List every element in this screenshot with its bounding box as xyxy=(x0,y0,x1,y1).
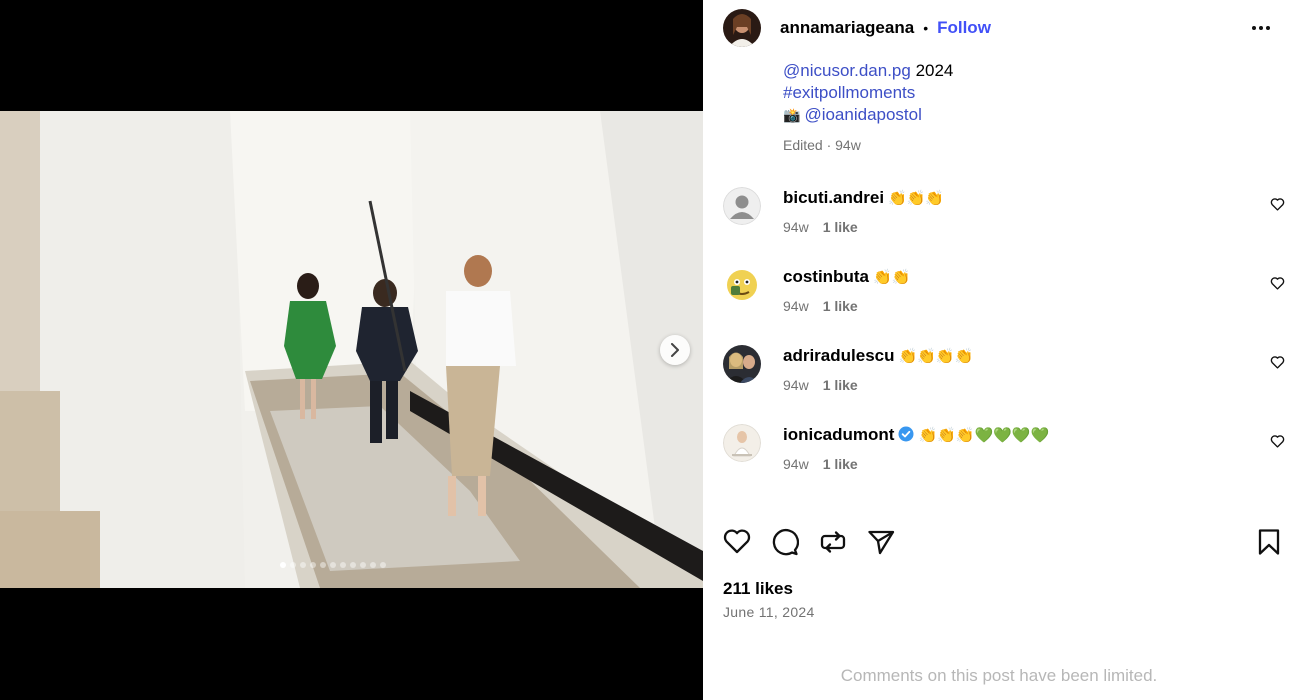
carousel-dot[interactable] xyxy=(360,562,366,568)
caption-timestamp: Edited · 94w xyxy=(783,137,861,153)
comment-meta: 94w 1 like xyxy=(783,298,858,314)
carousel-dot[interactable] xyxy=(280,562,286,568)
caption-mention-link[interactable]: @nicusor.dan.pg xyxy=(783,61,911,80)
more-options-icon[interactable] xyxy=(1251,18,1271,43)
comment-username[interactable]: adriradulescu xyxy=(783,346,895,365)
comment-age[interactable]: 94w xyxy=(783,298,809,314)
comment-avatar[interactable] xyxy=(723,266,761,304)
comment-like-count[interactable]: 1 like xyxy=(823,377,858,393)
comment-like-count[interactable]: 1 like xyxy=(823,219,858,235)
comment-like-count[interactable]: 1 like xyxy=(823,456,858,472)
carousel-dot[interactable] xyxy=(290,562,296,568)
carousel-dot[interactable] xyxy=(340,562,346,568)
share-send-icon[interactable] xyxy=(867,528,895,561)
comment-item: costinbuta 👏👏 94w 1 like xyxy=(723,266,1295,326)
comment-like-heart-icon[interactable] xyxy=(1270,434,1285,453)
separator-dot: • xyxy=(923,20,929,36)
post-caption: @nicusor.dan.pg 2024 #exitpollmoments 📸 @… xyxy=(783,60,953,156)
comment-meta: 94w 1 like xyxy=(783,219,858,235)
caption-line-3: 📸 @ioanidapostol xyxy=(783,104,953,126)
comment-text: 👏👏 xyxy=(872,269,911,286)
likes-count[interactable]: 211 likes xyxy=(723,579,793,599)
comment-body: ionicadumont 👏👏👏💚💚💚💚 xyxy=(783,425,1049,445)
comment-meta: 94w 1 like xyxy=(783,377,858,393)
comment-username[interactable]: bicuti.andrei xyxy=(783,188,884,207)
carousel-next-button[interactable] xyxy=(660,335,690,365)
caption-text: 2024 xyxy=(910,61,954,80)
carousel-dot[interactable] xyxy=(350,562,356,568)
comment-like-heart-icon[interactable] xyxy=(1270,355,1285,374)
verified-badge-icon xyxy=(898,426,914,442)
author-avatar[interactable] xyxy=(723,9,761,47)
comment-username[interactable]: ionicadumont xyxy=(783,425,894,444)
comment-item: ionicadumont 👏👏👏💚💚💚💚 94w 1 like xyxy=(723,424,1295,484)
comment-body: costinbuta 👏👏 xyxy=(783,267,910,287)
comment-item: bicuti.andrei 👏👏👏 94w 1 like xyxy=(723,187,1295,247)
comment-bubble-icon[interactable] xyxy=(771,528,800,561)
comment-text: 👏👏👏👏 xyxy=(898,348,974,365)
carousel-dot[interactable] xyxy=(380,562,386,568)
chevron-right-icon xyxy=(671,343,679,357)
comment-body: adriradulescu 👏👏👏👏 xyxy=(783,346,973,366)
comment-body: bicuti.andrei 👏👏👏 xyxy=(783,188,944,208)
caption-line-2: #exitpollmoments xyxy=(783,82,953,104)
like-heart-icon[interactable] xyxy=(723,528,751,559)
post-header: annamariageana • Follow xyxy=(703,0,1295,56)
comment-meta: 94w 1 like xyxy=(783,456,858,472)
save-bookmark-icon[interactable] xyxy=(1257,528,1281,561)
comment-like-heart-icon[interactable] xyxy=(1270,276,1285,295)
comment-item: adriradulescu 👏👏👏👏 94w 1 like xyxy=(723,345,1295,405)
carousel-dot[interactable] xyxy=(300,562,306,568)
comment-avatar[interactable] xyxy=(723,187,761,225)
repost-icon[interactable] xyxy=(819,528,847,561)
carousel-dot[interactable] xyxy=(320,562,326,568)
post-details-pane: annamariageana • Follow @nicusor.dan.pg … xyxy=(703,0,1295,700)
comment-like-heart-icon[interactable] xyxy=(1270,197,1285,216)
comment-like-count[interactable]: 1 like xyxy=(823,298,858,314)
comment-age[interactable]: 94w xyxy=(783,219,809,235)
caption-photographer-link[interactable]: @ioanidapostol xyxy=(804,105,921,124)
carousel-dot[interactable] xyxy=(310,562,316,568)
carousel-indicator xyxy=(280,562,386,568)
post-date[interactable]: June 11, 2024 xyxy=(723,604,815,620)
comment-age[interactable]: 94w xyxy=(783,456,809,472)
caption-hashtag-link[interactable]: #exitpollmoments xyxy=(783,83,915,102)
follow-button[interactable]: Follow xyxy=(937,18,991,38)
author-username[interactable]: annamariageana xyxy=(780,18,914,38)
comment-avatar[interactable] xyxy=(723,424,761,462)
comment-avatar[interactable] xyxy=(723,345,761,383)
comment-text: 👏👏👏💚💚💚💚 xyxy=(918,427,1050,444)
caption-line-1: @nicusor.dan.pg 2024 xyxy=(783,60,953,82)
carousel-dot[interactable] xyxy=(330,562,336,568)
camera-emoji: 📸 xyxy=(783,107,801,123)
media-pane xyxy=(0,0,703,700)
carousel-dot[interactable] xyxy=(370,562,376,568)
comment-username[interactable]: costinbuta xyxy=(783,267,869,286)
comment-text: 👏👏👏 xyxy=(888,190,945,207)
comment-age[interactable]: 94w xyxy=(783,377,809,393)
post-action-bar xyxy=(723,528,1280,562)
post-photo[interactable] xyxy=(0,111,703,588)
comments-limited-notice: Comments on this post have been limited. xyxy=(840,666,1158,685)
